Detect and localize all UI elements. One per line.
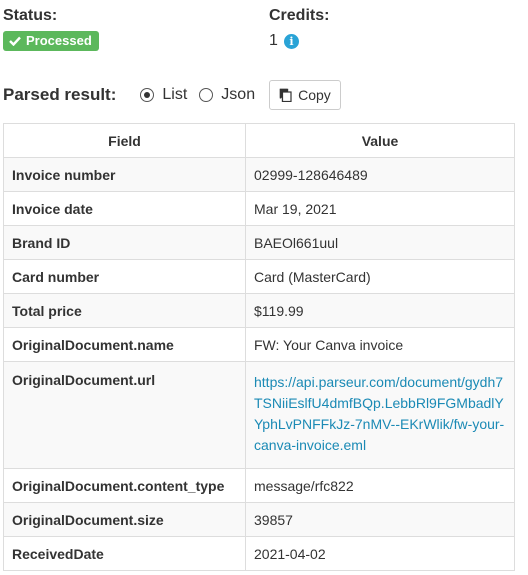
row-value: message/rfc822 bbox=[245, 468, 515, 503]
credits-heading: Credits: bbox=[269, 7, 330, 24]
row-field: Invoice date bbox=[3, 191, 246, 226]
table-row: ReceivedDate 2021-04-02 bbox=[3, 536, 515, 571]
table-row: Total price $119.99 bbox=[3, 293, 515, 328]
row-field: OriginalDocument.content_type bbox=[3, 468, 246, 503]
parsed-result-bar: Parsed result: List Json Copy bbox=[3, 79, 341, 111]
row-field: Brand ID bbox=[3, 225, 246, 260]
row-value: 39857 bbox=[245, 502, 515, 537]
status-heading: Status: bbox=[3, 7, 58, 24]
radio-json-circle[interactable] bbox=[199, 88, 214, 102]
row-value: https://api.parseur.com/document/gydh7TS… bbox=[245, 361, 515, 469]
header-summary: Status: Processed Credits: 1 i bbox=[3, 6, 523, 56]
row-field: Invoice number bbox=[3, 157, 246, 192]
parsed-result-label: Parsed result: bbox=[3, 85, 117, 104]
row-field: Card number bbox=[3, 259, 246, 294]
table-row: Invoice date Mar 19, 2021 bbox=[3, 191, 515, 226]
row-value: BAEOl661uul bbox=[245, 225, 515, 260]
radio-list-circle[interactable] bbox=[140, 88, 155, 102]
column-header-value: Value bbox=[245, 123, 515, 158]
table-row: OriginalDocument.url https://api.parseur… bbox=[3, 361, 515, 469]
table-row: Brand ID BAEOl661uul bbox=[3, 225, 515, 260]
radio-list-label: List bbox=[162, 86, 188, 103]
copy-button-label: Copy bbox=[298, 87, 331, 103]
table-row: OriginalDocument.name FW: Your Canva inv… bbox=[3, 327, 515, 362]
table-row: Card number Card (MasterCard) bbox=[3, 259, 515, 294]
copy-button[interactable]: Copy bbox=[269, 80, 341, 110]
copy-icon bbox=[279, 88, 292, 102]
status-badge: Processed bbox=[3, 31, 99, 51]
table-row: OriginalDocument.content_type message/rf… bbox=[3, 468, 515, 503]
row-value: 2021-04-02 bbox=[245, 536, 515, 571]
row-value: Mar 19, 2021 bbox=[245, 191, 515, 226]
parsed-result-table: Field Value Invoice number 02999-1286464… bbox=[3, 123, 515, 571]
row-field: ReceivedDate bbox=[3, 536, 246, 571]
check-icon bbox=[9, 36, 21, 46]
column-header-field: Field bbox=[3, 123, 246, 158]
row-value: $119.99 bbox=[245, 293, 515, 328]
status-section: Status: Processed bbox=[3, 6, 99, 51]
table-row: OriginalDocument.size 39857 bbox=[3, 502, 515, 537]
row-value: FW: Your Canva invoice bbox=[245, 327, 515, 362]
info-icon[interactable]: i bbox=[283, 33, 299, 49]
row-field: OriginalDocument.size bbox=[3, 502, 246, 537]
row-value: 02999-128646489 bbox=[245, 157, 515, 192]
credits-section: Credits: 1 i bbox=[269, 6, 329, 50]
table-row: Invoice number 02999-128646489 bbox=[3, 157, 515, 192]
row-value: Card (MasterCard) bbox=[245, 259, 515, 294]
radio-list[interactable]: List bbox=[140, 86, 187, 104]
radio-json[interactable]: Json bbox=[199, 86, 255, 104]
row-field: Total price bbox=[3, 293, 246, 328]
table-header-row: Field Value bbox=[3, 123, 515, 158]
row-field: OriginalDocument.url bbox=[3, 361, 246, 469]
row-field: OriginalDocument.name bbox=[3, 327, 246, 362]
status-badge-label: Processed bbox=[26, 33, 92, 48]
document-url-link[interactable]: https://api.parseur.com/document/gydh7TS… bbox=[254, 372, 506, 456]
radio-json-label: Json bbox=[221, 86, 256, 103]
radio-selected-dot bbox=[144, 92, 151, 98]
credits-value: 1 bbox=[269, 32, 278, 49]
